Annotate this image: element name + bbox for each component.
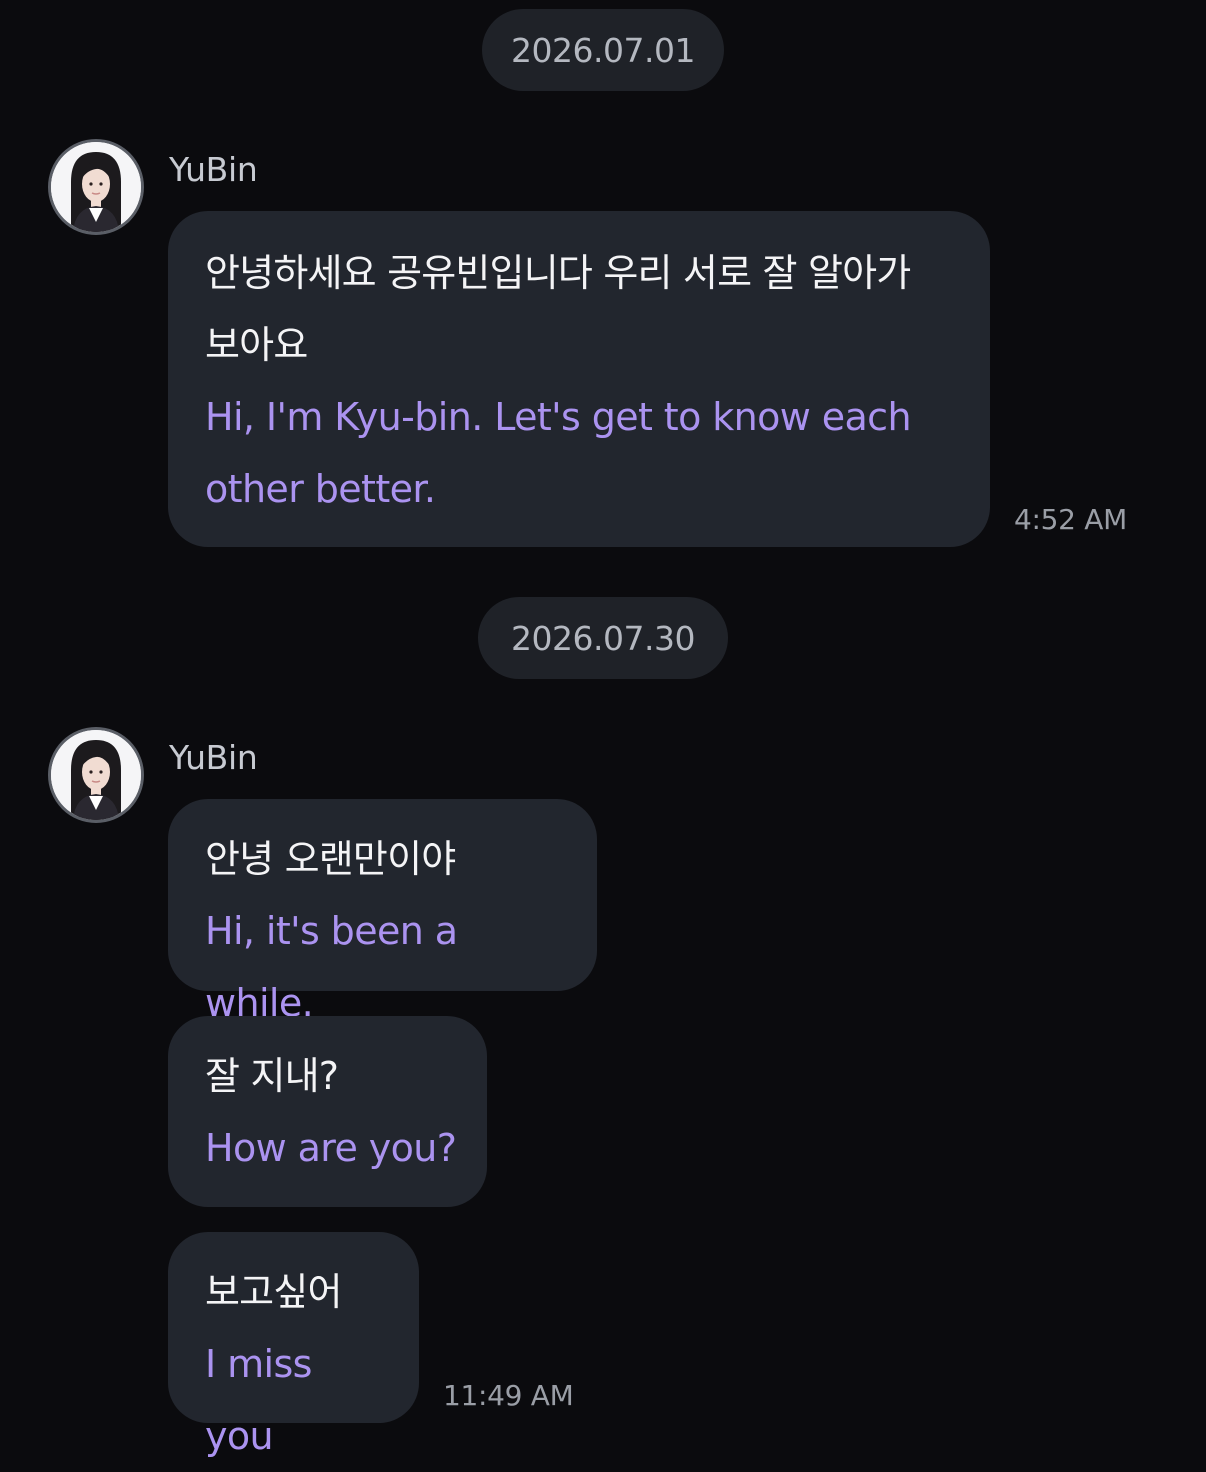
message-timestamp: 11:49 AM: [443, 1379, 574, 1412]
sender-name: YuBin: [169, 150, 258, 189]
profile-photo-icon: [51, 142, 141, 232]
message-bubble[interactable]: 안녕 오랜만이야 Hi, it's been a while.: [168, 799, 597, 1025]
sender-name: YuBin: [169, 738, 258, 777]
date-separator: 2026.07.30: [478, 597, 728, 679]
message-translation-text: How are you?: [205, 1126, 457, 1170]
avatar[interactable]: [48, 139, 144, 235]
message-bubble[interactable]: 안녕하세요 공유빈입니다 우리 서로 잘 알아가 보아요 Hi, I'm Kyu…: [168, 211, 990, 547]
message-translation-text: I miss you: [205, 1342, 312, 1458]
message-bubble[interactable]: 보고싶어 I miss you: [168, 1232, 419, 1458]
message-bubble[interactable]: 잘 지내? How are you?: [168, 1016, 487, 1207]
avatar[interactable]: [48, 727, 144, 823]
message-translation-text: Hi, I'm Kyu-bin. Let's get to know each …: [205, 395, 912, 511]
message-timestamp: 4:52 AM: [1014, 503, 1127, 536]
date-separator: 2026.07.01: [482, 9, 724, 91]
profile-photo-icon: [51, 730, 141, 820]
message-original-text: 안녕 오랜만이야: [205, 837, 456, 881]
message-original-text: 잘 지내?: [205, 1054, 339, 1098]
message-original-text: 보고싶어: [205, 1270, 342, 1314]
message-original-text: 안녕하세요 공유빈입니다 우리 서로 잘 알아가 보아요: [205, 251, 911, 367]
